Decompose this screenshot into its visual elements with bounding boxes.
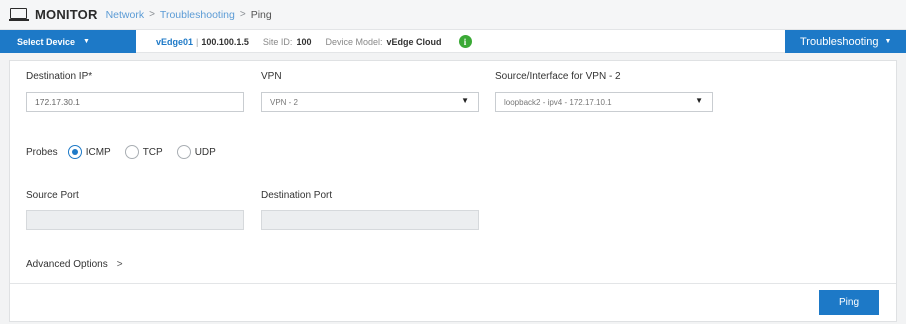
- site-id-label: Site ID:: [262, 36, 293, 47]
- device-bar: Select Device ▼ vEdge01 | 100.100.1.5 Si…: [0, 29, 906, 53]
- probes-label: Probes: [26, 146, 58, 158]
- info-icon[interactable]: i: [458, 35, 472, 48]
- page-header: MONITOR Network > Troubleshooting > Ping: [0, 0, 906, 29]
- breadcrumb-separator: >: [239, 9, 246, 20]
- radio-unchecked-icon: [124, 145, 139, 159]
- vpn-label: VPN: [261, 71, 282, 82]
- destination-ip-label: Destination IP*: [26, 71, 93, 82]
- probes-group: Probes ICMP TCP UDP: [26, 143, 230, 161]
- app-title: MONITOR: [35, 7, 98, 22]
- device-ip: 100.100.1.5: [201, 36, 249, 47]
- device-model-value: vEdge Cloud: [386, 36, 442, 47]
- source-interface-label: Source/Interface for VPN - 2: [495, 71, 621, 82]
- device-info: vEdge01 | 100.100.1.5 Site ID: 100 Devic…: [156, 30, 472, 53]
- chevron-right-icon: >: [116, 259, 123, 270]
- source-interface-value: loopback2 - ipv4 - 172.17.10.1: [504, 97, 612, 107]
- select-device-button[interactable]: Select Device ▼: [0, 30, 136, 53]
- probe-icmp-label: ICMP: [85, 146, 111, 158]
- vpn-value: VPN - 2: [270, 97, 299, 107]
- destination-port-input[interactable]: [261, 210, 479, 230]
- breadcrumb-troubleshooting[interactable]: Troubleshooting: [160, 9, 235, 21]
- destination-ip-input[interactable]: 172.17.30.1: [26, 92, 244, 112]
- breadcrumb-separator: >: [149, 9, 155, 20]
- destination-ip-value: 172.17.30.1: [35, 97, 80, 107]
- source-port-label: Source Port: [26, 190, 79, 201]
- caret-down-icon: ▼: [83, 38, 90, 45]
- vpn-select[interactable]: VPN - 2 ▼: [261, 92, 479, 112]
- site-id-value: 100: [296, 36, 312, 47]
- monitor-icon: [9, 7, 29, 22]
- advanced-options-toggle[interactable]: Advanced Options >: [26, 259, 123, 270]
- probe-udp-radio[interactable]: UDP: [176, 145, 216, 159]
- select-device-label: Select Device: [17, 36, 76, 47]
- ping-form-panel: Destination IP* 172.17.30.1 VPN VPN - 2 …: [9, 60, 897, 322]
- caret-down-icon: ▼: [884, 38, 892, 45]
- device-model-label: Device Model:: [325, 36, 383, 47]
- footer-divider: [10, 283, 896, 284]
- device-separator: |: [196, 36, 199, 47]
- troubleshooting-label: Troubleshooting: [800, 35, 879, 48]
- probe-tcp-radio[interactable]: TCP: [124, 145, 163, 159]
- radio-checked-icon: [67, 145, 82, 159]
- radio-unchecked-icon: [176, 145, 191, 159]
- source-interface-select[interactable]: loopback2 - ipv4 - 172.17.10.1 ▼: [495, 92, 713, 112]
- probe-icmp-radio[interactable]: ICMP: [67, 145, 111, 159]
- caret-down-icon: ▼: [695, 96, 703, 105]
- advanced-options-label: Advanced Options: [26, 259, 108, 270]
- device-name: vEdge01: [156, 36, 194, 47]
- ping-button[interactable]: Ping: [819, 290, 879, 315]
- probe-tcp-label: TCP: [142, 146, 163, 158]
- destination-port-label: Destination Port: [261, 190, 333, 201]
- source-port-input[interactable]: [26, 210, 244, 230]
- breadcrumb-ping: Ping: [250, 8, 272, 21]
- probe-udp-label: UDP: [194, 146, 216, 158]
- caret-down-icon: ▼: [461, 96, 469, 105]
- breadcrumb-network[interactable]: Network: [106, 9, 145, 21]
- troubleshooting-dropdown[interactable]: Troubleshooting ▼: [785, 30, 906, 53]
